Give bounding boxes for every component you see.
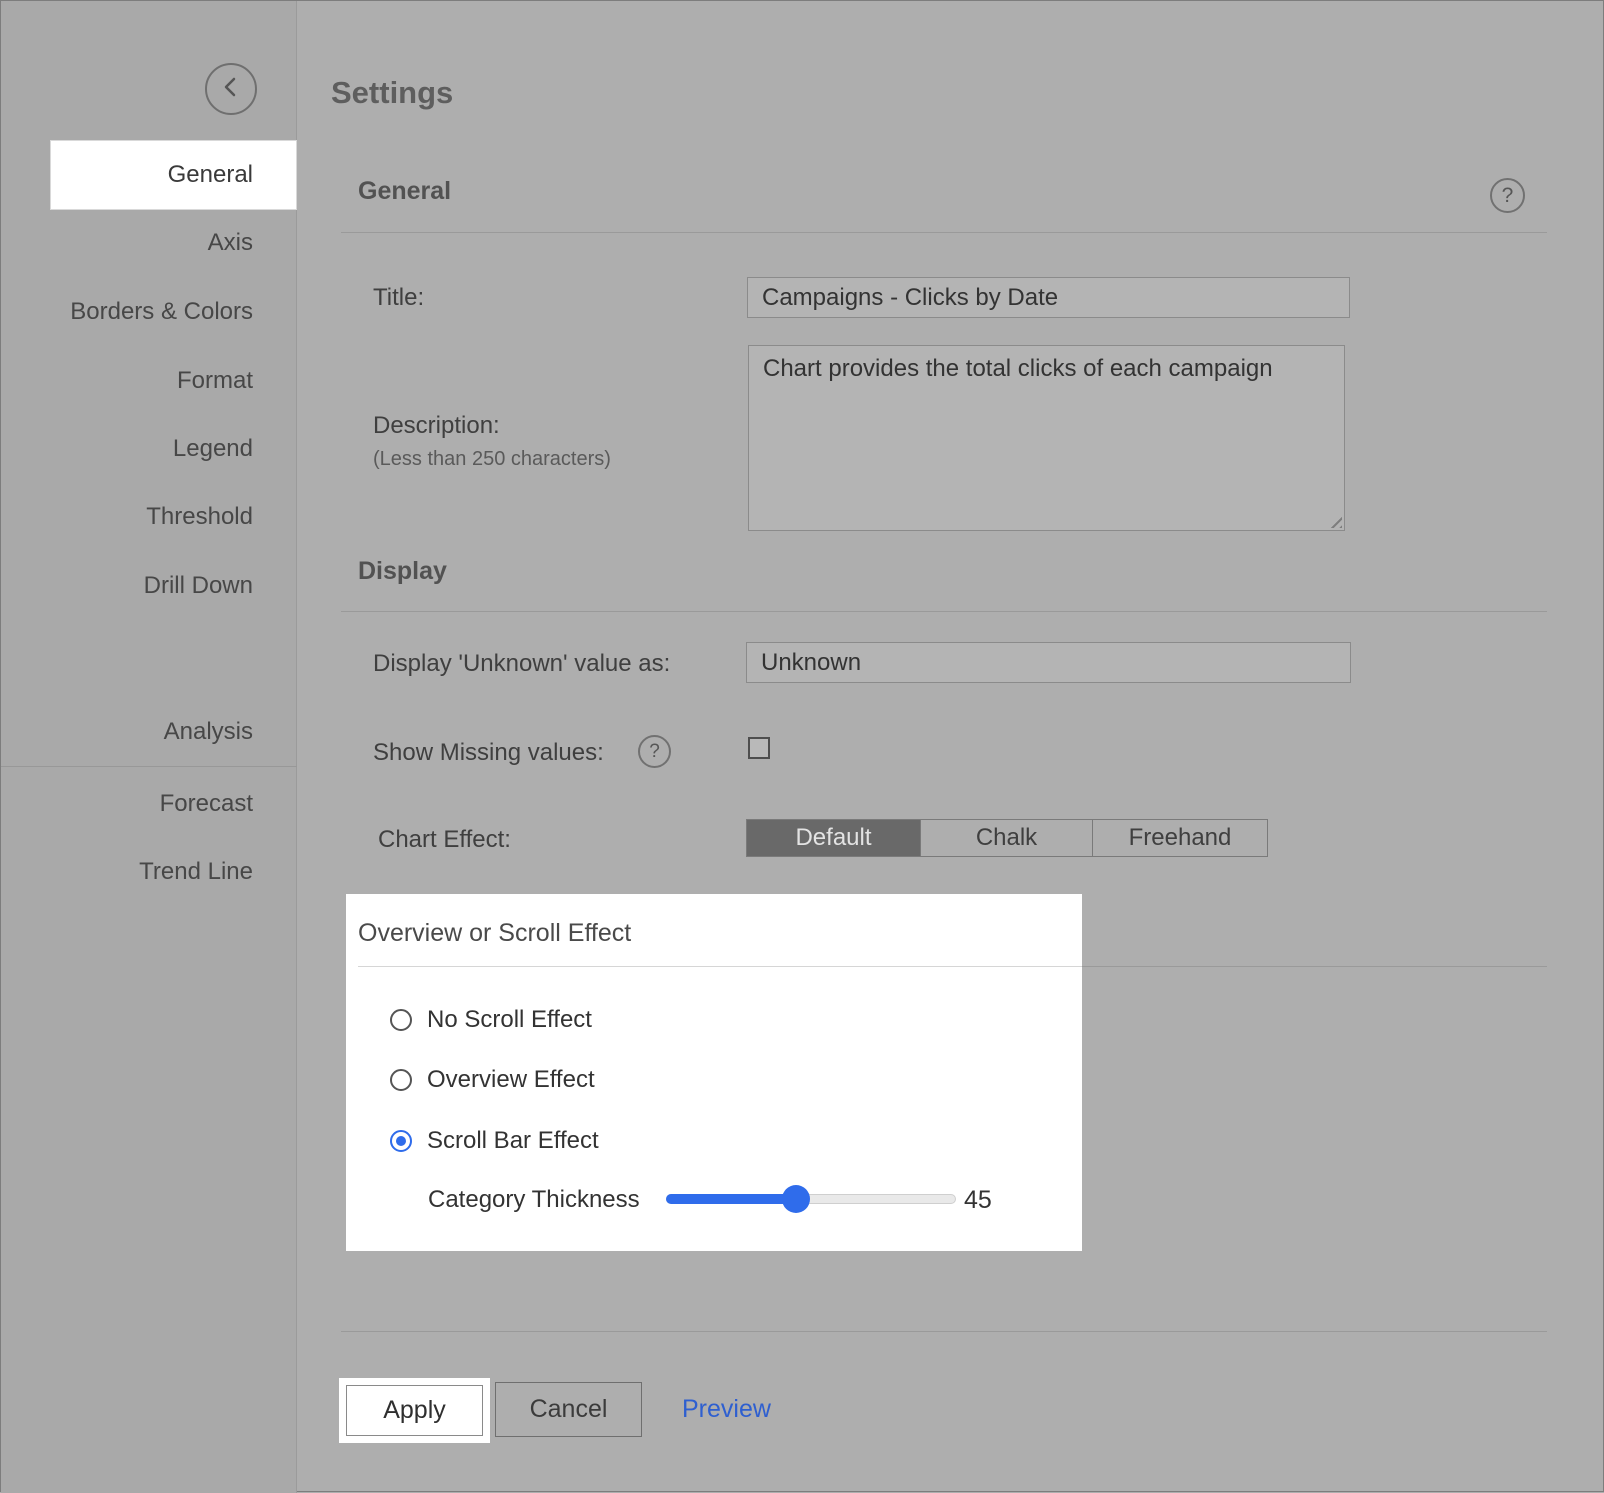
sidebar-item-label: Drill Down bbox=[144, 572, 253, 599]
display-unknown-label: Display 'Unknown' value as: bbox=[373, 650, 670, 678]
sidebar-item-legend[interactable]: Legend bbox=[1, 429, 253, 469]
sidebar-item-label: Forecast bbox=[160, 790, 253, 817]
display-unknown-input[interactable] bbox=[746, 642, 1351, 683]
sidebar-item-threshold[interactable]: Threshold bbox=[1, 497, 253, 537]
general-section-heading: General bbox=[358, 177, 451, 206]
chevron-left-icon bbox=[216, 72, 246, 107]
description-textarea[interactable]: Chart provides the total clicks of each … bbox=[748, 345, 1345, 531]
sidebar-divider bbox=[1, 766, 297, 767]
sidebar-item-label: Trend Line bbox=[139, 858, 253, 885]
display-section-heading: Display bbox=[358, 557, 447, 586]
show-missing-label: Show Missing values: bbox=[373, 739, 604, 767]
cancel-button[interactable]: Cancel bbox=[495, 1382, 642, 1437]
page-title: Settings bbox=[331, 75, 453, 111]
scroll-effect-heading: Overview or Scroll Effect bbox=[358, 919, 631, 948]
footer-divider bbox=[341, 1331, 1547, 1332]
radio-scroll-bar-effect[interactable]: Scroll Bar Effect bbox=[390, 1127, 599, 1155]
radio-icon-checked bbox=[390, 1130, 412, 1152]
preview-link[interactable]: Preview bbox=[682, 1395, 771, 1424]
radio-label: No Scroll Effect bbox=[427, 1006, 592, 1034]
back-button[interactable] bbox=[205, 63, 257, 115]
sidebar: General Axis Borders & Colors Format Leg… bbox=[1, 1, 297, 1493]
apply-button[interactable]: Apply bbox=[346, 1385, 483, 1436]
chart-effect-segmented-control: Default Chalk Freehand bbox=[746, 819, 1268, 857]
section-divider bbox=[341, 232, 1547, 233]
settings-page: General Axis Borders & Colors Format Leg… bbox=[0, 0, 1604, 1492]
question-mark-glyph: ? bbox=[1502, 184, 1514, 208]
category-thickness-value: 45 bbox=[964, 1186, 992, 1215]
description-label: Description: bbox=[373, 412, 500, 440]
sidebar-item-drill-down[interactable]: Drill Down bbox=[1, 566, 253, 606]
sidebar-item-label: Format bbox=[177, 367, 253, 394]
sidebar-section-analysis: Analysis bbox=[1, 712, 253, 752]
sidebar-item-format[interactable]: Format bbox=[1, 361, 253, 401]
title-input[interactable] bbox=[747, 277, 1350, 318]
sidebar-item-label: Legend bbox=[173, 435, 253, 462]
radio-overview-effect[interactable]: Overview Effect bbox=[390, 1066, 595, 1094]
radio-no-scroll-effect[interactable]: No Scroll Effect bbox=[390, 1006, 592, 1034]
chart-effect-option-freehand[interactable]: Freehand bbox=[1092, 820, 1267, 856]
slider-thumb[interactable] bbox=[782, 1185, 810, 1213]
section-divider bbox=[358, 966, 1082, 967]
chart-effect-label: Chart Effect: bbox=[378, 826, 511, 854]
section-divider bbox=[1082, 966, 1547, 967]
radio-label: Scroll Bar Effect bbox=[427, 1127, 599, 1155]
category-thickness-label: Category Thickness bbox=[428, 1186, 640, 1214]
sidebar-item-general[interactable]: General bbox=[51, 141, 296, 209]
title-label: Title: bbox=[373, 284, 424, 312]
question-mark-glyph: ? bbox=[649, 741, 660, 763]
radio-icon bbox=[390, 1069, 412, 1091]
description-hint: (Less than 250 characters) bbox=[373, 448, 611, 471]
sidebar-item-axis[interactable]: Axis bbox=[1, 223, 253, 263]
section-divider bbox=[341, 611, 1547, 612]
sidebar-item-label: General bbox=[168, 161, 253, 188]
sidebar-item-trend-line[interactable]: Trend Line bbox=[1, 852, 253, 892]
radio-icon bbox=[390, 1009, 412, 1031]
chart-effect-option-default[interactable]: Default bbox=[747, 820, 920, 856]
scroll-effect-panel: Overview or Scroll Effect No Scroll Effe… bbox=[346, 894, 1082, 1251]
sidebar-item-forecast[interactable]: Forecast bbox=[1, 784, 253, 824]
slider-fill bbox=[666, 1194, 796, 1204]
show-missing-checkbox[interactable] bbox=[748, 737, 770, 759]
sidebar-item-label: Threshold bbox=[146, 503, 253, 530]
chart-effect-option-chalk[interactable]: Chalk bbox=[920, 820, 1092, 856]
sidebar-item-label: Axis bbox=[208, 229, 253, 256]
help-icon[interactable]: ? bbox=[1490, 178, 1525, 213]
help-icon[interactable]: ? bbox=[638, 735, 671, 768]
sidebar-item-label: Borders & Colors bbox=[70, 298, 253, 325]
radio-label: Overview Effect bbox=[427, 1066, 595, 1094]
sidebar-section-label: Analysis bbox=[164, 718, 253, 745]
sidebar-item-borders-colors[interactable]: Borders & Colors bbox=[1, 292, 253, 332]
category-thickness-slider[interactable] bbox=[666, 1194, 956, 1204]
